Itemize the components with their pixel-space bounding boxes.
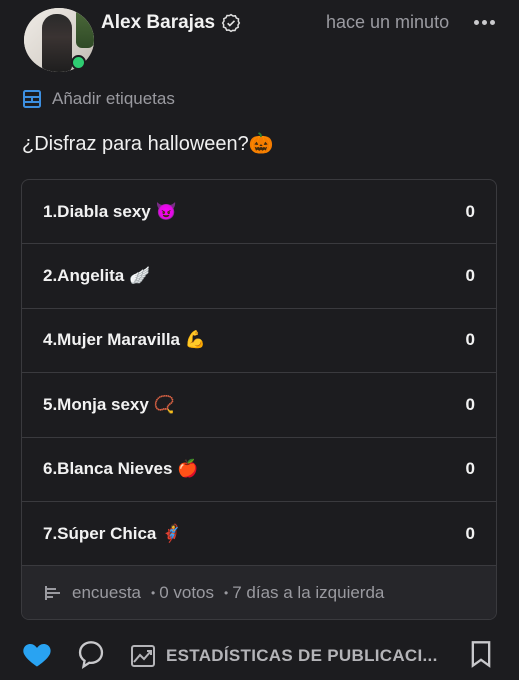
post-stats-label: ESTADÍSTICAS DE PUBLICACI... <box>166 646 438 665</box>
heart-icon[interactable] <box>22 640 52 668</box>
poll-option-count: 0 <box>465 459 475 479</box>
tag-grid-icon <box>23 90 41 108</box>
separator-dot: • <box>224 586 229 601</box>
add-tags-button[interactable]: Añadir etiquetas <box>22 89 175 109</box>
post-stats-button[interactable]: ESTADÍSTICAS DE PUBLICACI... <box>130 644 438 668</box>
poll-type: encuesta <box>72 583 141 603</box>
verified-badge-icon <box>221 13 241 33</box>
poll-option[interactable]: 6.Blanca Nieves 🍎 0 <box>22 438 496 502</box>
add-tags-label: Añadir etiquetas <box>52 89 175 108</box>
author-header[interactable]: Alex Barajas <box>101 12 241 34</box>
poll-footer: encuesta • 0 votos • 7 días a la izquier… <box>22 566 496 619</box>
separator-dot: • <box>151 586 156 601</box>
online-status-dot <box>71 55 86 70</box>
poll-option[interactable]: 4.Mujer Maravilla 💪 0 <box>22 309 496 374</box>
poll-option-count: 0 <box>465 266 475 286</box>
poll-option[interactable]: 1.Diabla sexy 😈 0 <box>22 180 496 245</box>
poll-option-label: 7.Súper Chica 🦸 <box>43 523 183 543</box>
poll-question: ¿Disfraz para halloween?🎃 <box>22 133 274 155</box>
poll-votes: 0 votos <box>159 583 215 603</box>
stats-chart-icon <box>131 645 155 667</box>
poll-option[interactable]: 5.Monja sexy 📿 0 <box>22 373 496 438</box>
poll-option[interactable]: 2.Angelita 🪽 0 <box>22 244 496 309</box>
poll-card: 1.Diabla sexy 😈 0 2.Angelita 🪽 0 4.Mujer… <box>21 179 497 620</box>
poll-option-count: 0 <box>465 523 475 543</box>
poll-option[interactable]: 7.Súper Chica 🦸 0 <box>22 502 496 567</box>
post-actions-bar: ESTADÍSTICAS DE PUBLICACI... <box>0 636 519 676</box>
poll-option-count: 0 <box>465 394 475 414</box>
avatar-figure <box>42 14 72 72</box>
poll-option-label: 2.Angelita 🪽 <box>43 266 151 286</box>
bookmark-icon[interactable] <box>469 640 493 668</box>
author-name[interactable]: Alex Barajas <box>101 12 215 34</box>
poll-option-label: 1.Diabla sexy 😈 <box>43 201 177 221</box>
more-options-icon[interactable] <box>474 12 498 32</box>
poll-bars-icon <box>45 586 60 601</box>
poll-time-remaining: 7 días a la izquierda <box>232 583 385 603</box>
post-timestamp: hace un minuto <box>326 12 450 32</box>
avatar-plant <box>76 8 94 48</box>
poll-option-count: 0 <box>465 201 475 221</box>
poll-option-count: 0 <box>465 330 475 350</box>
poll-option-label: 5.Monja sexy 📿 <box>43 394 175 414</box>
poll-option-label: 6.Blanca Nieves 🍎 <box>43 459 199 479</box>
comment-icon[interactable] <box>77 640 105 670</box>
poll-option-label: 4.Mujer Maravilla 💪 <box>43 330 206 350</box>
